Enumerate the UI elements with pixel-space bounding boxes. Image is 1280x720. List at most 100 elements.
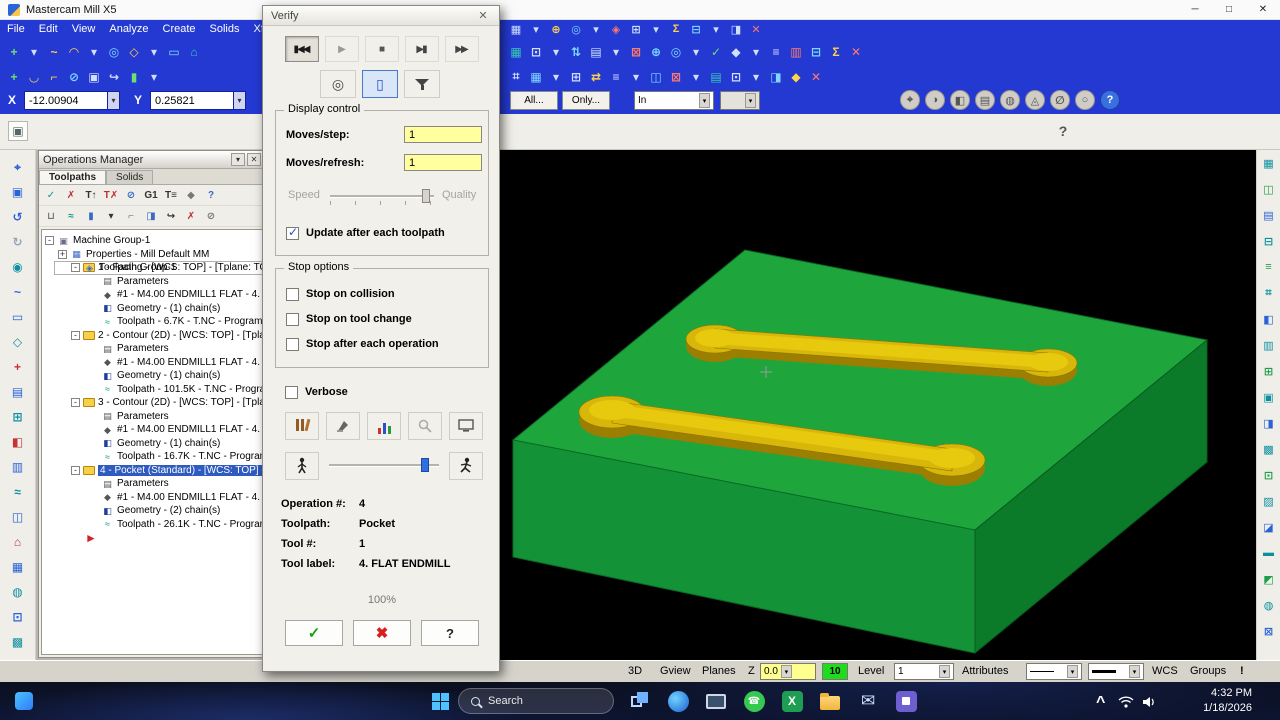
toolbar-icon[interactable]: ▾: [647, 21, 665, 37]
toolbar-icon[interactable]: ▥: [787, 42, 805, 62]
rail-tool-icon[interactable]: ↺: [9, 208, 27, 226]
x-coord-caret-icon[interactable]: ▾: [107, 91, 120, 110]
operations-toolbar-icon[interactable]: ▮: [81, 207, 101, 225]
toolbar-icon[interactable]: ◨: [767, 67, 785, 87]
menu-item[interactable]: Solids: [203, 20, 247, 38]
rail-tool-icon[interactable]: ▩: [1260, 440, 1278, 458]
toolbar-icon[interactable]: Σ: [827, 42, 845, 62]
select-only-button[interactable]: Only...: [562, 91, 610, 110]
rail-tool-icon[interactable]: ◇: [9, 333, 27, 351]
toolbar-icon[interactable]: ◎: [105, 42, 123, 62]
status-z-label[interactable]: Z: [748, 665, 755, 677]
rail-tool-icon[interactable]: ⊞: [9, 408, 27, 426]
toolbar-icon[interactable]: ⊟: [687, 21, 705, 37]
rail-tool-icon[interactable]: ⌖: [9, 158, 27, 176]
status-gview-button[interactable]: Gview: [660, 665, 691, 677]
tree-expander-icon[interactable]: -: [71, 398, 80, 408]
status-attributes-button[interactable]: Attributes: [962, 665, 1008, 677]
toolbar-icon[interactable]: +: [5, 42, 23, 62]
y-coord-caret-icon[interactable]: ▾: [233, 91, 246, 110]
status-alert-icon[interactable]: !: [1240, 665, 1244, 677]
tree-expander-icon[interactable]: -: [71, 263, 80, 273]
operations-toolbar-icon[interactable]: T✗: [101, 186, 121, 204]
tree-item[interactable]: - ▣ Machine Group-1: [42, 234, 262, 248]
toolbar-icon[interactable]: ◈: [607, 21, 625, 37]
operations-toolbar-icon[interactable]: ⊘: [201, 207, 221, 225]
tree-item[interactable]: ≈ Toolpath - 26.1K - T.NC - Program: [42, 518, 262, 532]
panel-toggle-icon[interactable]: ▣: [8, 121, 28, 141]
speed-slider-track[interactable]: [330, 195, 434, 198]
rail-tool-icon[interactable]: ◫: [9, 508, 27, 526]
taskbar-search[interactable]: Search: [458, 688, 614, 714]
status-3d-button[interactable]: 3D: [628, 665, 642, 677]
toolbar-icon[interactable]: ⊟: [807, 42, 825, 62]
toolbar-icon[interactable]: ◆: [787, 67, 805, 87]
folder-icon[interactable]: [818, 689, 842, 713]
toolbar-icon[interactable]: ⌗: [507, 67, 525, 87]
tree-item[interactable]: - ◈ Toolpath Group-1: [54, 261, 262, 275]
rail-tool-icon[interactable]: ▦: [9, 558, 27, 576]
operations-toolbar-icon[interactable]: T↑: [81, 186, 101, 204]
taskbar-clock[interactable]: 4:32 PM 1/18/2026: [1203, 686, 1252, 716]
tree-item[interactable]: ◆ #1 - M4.00 ENDMILL1 FLAT - 4.: [42, 356, 262, 370]
toolbar-icon[interactable]: ↪: [105, 67, 123, 87]
toolbar-icon[interactable]: +: [5, 67, 23, 87]
statistics-button[interactable]: [367, 412, 401, 440]
selection-tool-icon[interactable]: ○: [1075, 90, 1095, 110]
playback-button[interactable]: ▶: [325, 36, 359, 62]
rail-tool-icon[interactable]: ≈: [9, 483, 27, 501]
menu-item[interactable]: Edit: [32, 20, 65, 38]
stop-option-checkbox[interactable]: [286, 312, 299, 326]
task-view-icon[interactable]: [628, 689, 652, 713]
tree-item[interactable]: ▤ Parameters: [42, 275, 262, 289]
tree-item[interactable]: + ▦ Properties - Mill Default MM: [42, 248, 262, 262]
minimize-button[interactable]: ─: [1178, 0, 1212, 20]
toolbar-icon[interactable]: ⊘: [65, 67, 83, 87]
toolbar-icon[interactable]: ▤: [707, 67, 725, 87]
toolbar-icon[interactable]: ▾: [747, 42, 765, 62]
operations-toolbar-icon[interactable]: ≈: [61, 207, 81, 225]
tree-item[interactable]: ≈ Toolpath - 6.7K - T.NC - Program: [42, 315, 262, 329]
x-coord-field[interactable]: -12.00904: [24, 91, 108, 110]
toolbar-icon[interactable]: ▦: [507, 21, 525, 37]
tree-item[interactable]: ≈ Toolpath - 101.5K - T.NC - Progra: [42, 383, 262, 397]
toolbar-icon[interactable]: ⇄: [587, 67, 605, 87]
toolbar-icon[interactable]: ◆: [727, 42, 745, 62]
rail-tool-icon[interactable]: ⊡: [9, 608, 27, 626]
workpiece-display-button[interactable]: ▯: [362, 70, 398, 98]
rail-tool-icon[interactable]: ◫: [1260, 180, 1278, 198]
menu-item[interactable]: Create: [156, 20, 203, 38]
tree-item[interactable]: - 4 - Pocket (Standard) - [WCS: TOP] -: [42, 464, 262, 478]
tree-expander-icon[interactable]: -: [71, 465, 80, 475]
panel-close-icon[interactable]: ✕: [247, 153, 261, 166]
operations-toolbar-icon[interactable]: ▾: [101, 207, 121, 225]
operations-toolbar-icon[interactable]: ✗: [61, 186, 81, 204]
rail-tool-icon[interactable]: ◍: [1260, 596, 1278, 614]
status-wcs-button[interactable]: WCS: [1152, 665, 1178, 677]
toolbar-icon[interactable]: ⇅: [567, 42, 585, 62]
moves-step-field[interactable]: 1: [404, 126, 482, 143]
rail-tool-icon[interactable]: ▨: [1260, 492, 1278, 510]
toolbar-icon[interactable]: ▮: [125, 67, 143, 87]
toolbar-icon[interactable]: ▾: [527, 21, 545, 37]
status-groups-button[interactable]: Groups: [1190, 665, 1226, 677]
tree-item[interactable]: ◧ Geometry - (1) chain(s): [42, 437, 262, 451]
tree-item[interactable]: ◆ #1 - M4.00 ENDMILL1 FLAT - 4.: [42, 491, 262, 505]
rail-tool-icon[interactable]: ▥: [9, 458, 27, 476]
panel-tab[interactable]: Solids: [106, 170, 154, 184]
playback-button[interactable]: ■: [365, 36, 399, 62]
toolbar-icon[interactable]: ≡: [767, 42, 785, 62]
rail-tool-icon[interactable]: ⌗: [1260, 284, 1278, 302]
rail-tool-icon[interactable]: ≡: [1260, 258, 1278, 276]
selection-tool-icon[interactable]: ⌖: [900, 90, 920, 110]
tray-chevron-icon[interactable]: ^: [1096, 694, 1105, 712]
toolbar-icon[interactable]: ⌐: [45, 67, 63, 87]
wifi-icon[interactable]: [1118, 695, 1134, 713]
tree-item[interactable]: ▤ Parameters: [42, 410, 262, 424]
toolbar-icon[interactable]: ⊠: [667, 67, 685, 87]
toolbar-icon[interactable]: ⊞: [627, 21, 645, 37]
toolbar-icon[interactable]: ◎: [667, 42, 685, 62]
rail-tool-icon[interactable]: ▣: [1260, 388, 1278, 406]
tree-item[interactable]: ◆ #1 - M4.00 ENDMILL1 FLAT - 4.: [42, 288, 262, 302]
simulate-mode-button[interactable]: ◎: [320, 70, 356, 98]
